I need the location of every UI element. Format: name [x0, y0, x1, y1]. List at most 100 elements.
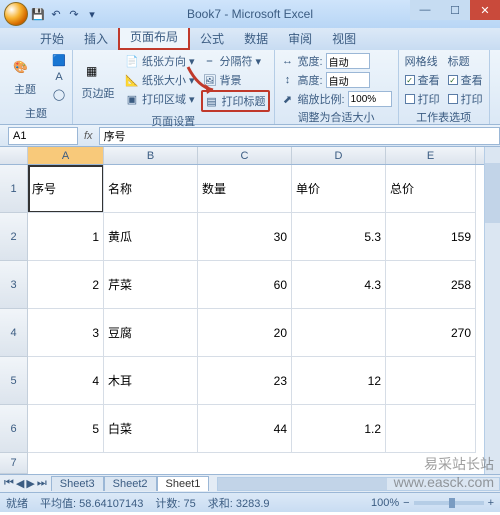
cell[interactable]: 总价 — [386, 165, 476, 213]
cell[interactable]: 60 — [198, 261, 292, 309]
row-header-5[interactable]: 5 — [0, 357, 28, 405]
cells-grid[interactable]: 序号名称数量单价总价 1黄瓜305.3159 2芹菜604.3258 3豆腐20 270… — [28, 165, 500, 474]
cell[interactable]: 44 — [198, 405, 292, 453]
headings-print-cb[interactable]: 打印 — [446, 90, 485, 108]
cell[interactable]: 23 — [198, 357, 292, 405]
background-button[interactable]: 🖼背景 — [201, 71, 270, 89]
title-bar: 💾 ↶ ↷ ▾ Book7 - Microsoft Excel — ☐ ✕ — [0, 0, 500, 28]
redo-icon[interactable]: ↷ — [66, 6, 82, 22]
fonts-button[interactable]: A — [50, 69, 68, 85]
scale-input[interactable] — [348, 91, 392, 107]
themes-button[interactable]: 🎨 主题 — [4, 52, 46, 104]
sheet-tab-Sheet1[interactable]: Sheet1 — [157, 476, 210, 491]
tab-prev-icon[interactable]: ◀ — [16, 477, 24, 490]
office-button[interactable] — [4, 2, 28, 26]
undo-icon[interactable]: ↶ — [48, 6, 64, 22]
worksheet: ABCDE 1234567 序号名称数量单价总价1黄瓜305.31592芹菜60… — [0, 147, 500, 474]
row-header-4[interactable]: 4 — [0, 309, 28, 357]
hscroll-thumb[interactable] — [218, 478, 386, 490]
cell[interactable]: 4 — [28, 357, 104, 405]
close-button[interactable]: ✕ — [470, 0, 500, 20]
minimize-button[interactable]: — — [410, 0, 440, 20]
zoom-value[interactable]: 100% — [371, 497, 399, 509]
cell[interactable]: 1 — [28, 213, 104, 261]
tab-last-icon[interactable]: ⏭ — [37, 477, 47, 490]
cell[interactable] — [292, 309, 386, 357]
effects-button[interactable]: ◯ — [50, 86, 68, 102]
sheet-tab-Sheet2[interactable]: Sheet2 — [104, 476, 157, 491]
cell[interactable]: 白菜 — [104, 405, 198, 453]
maximize-button[interactable]: ☐ — [440, 0, 470, 20]
fx-icon[interactable]: fx — [84, 130, 93, 142]
size-button[interactable]: 📐纸张大小 ▾ — [123, 71, 197, 89]
cell[interactable]: 2 — [28, 261, 104, 309]
name-box[interactable]: A1 — [8, 127, 78, 145]
tab-next-icon[interactable]: ▶ — [26, 477, 34, 490]
horizontal-scrollbar[interactable] — [217, 477, 500, 491]
cell[interactable]: 1.2 — [292, 405, 386, 453]
zoom-out-icon[interactable]: − — [403, 497, 409, 509]
orientation-icon: 📄 — [125, 54, 139, 68]
group-label-scale: 调整为合适大小 — [279, 108, 394, 126]
cell[interactable]: 5 — [28, 405, 104, 453]
cell[interactable]: 258 — [386, 261, 476, 309]
headings-view-cb[interactable]: ✓查看 — [446, 71, 485, 89]
arrange-button[interactable]: ⬚ 排列 — [494, 52, 500, 120]
col-header-A[interactable]: A — [28, 147, 104, 164]
cell[interactable]: 芹菜 — [104, 261, 198, 309]
breaks-button[interactable]: ⎯分隔符 ▾ — [201, 52, 270, 70]
zoom-slider[interactable] — [414, 501, 484, 505]
row-header-3[interactable]: 3 — [0, 261, 28, 309]
sheet-tab-Sheet3[interactable]: Sheet3 — [51, 476, 104, 491]
zoom-in-icon[interactable]: + — [488, 497, 494, 509]
column-headers: ABCDE — [0, 147, 500, 165]
gridlines-view-cb[interactable]: ✓查看 — [403, 71, 442, 89]
col-header-E[interactable]: E — [386, 147, 476, 164]
row-header-1[interactable]: 1 — [0, 165, 28, 213]
orientation-button[interactable]: 📄纸张方向 ▾ — [123, 52, 197, 70]
colors-button[interactable]: 🟦 — [50, 52, 68, 68]
cell[interactable]: 12 — [292, 357, 386, 405]
cell[interactable]: 4.3 — [292, 261, 386, 309]
col-header-C[interactable]: C — [198, 147, 292, 164]
select-all-corner[interactable] — [0, 147, 28, 164]
gridlines-print-cb[interactable]: 打印 — [403, 90, 442, 108]
ribbon-tab-5[interactable]: 审阅 — [278, 27, 322, 50]
col-header-B[interactable]: B — [104, 147, 198, 164]
ribbon-tab-3[interactable]: 公式 — [190, 27, 234, 50]
cell[interactable]: 黄瓜 — [104, 213, 198, 261]
print-area-button[interactable]: ▣打印区域 ▾ — [123, 90, 197, 108]
col-header-D[interactable]: D — [292, 147, 386, 164]
cell[interactable]: 20 — [198, 309, 292, 357]
cell[interactable]: 名称 — [104, 165, 198, 213]
cell[interactable]: 159 — [386, 213, 476, 261]
cell[interactable] — [386, 357, 476, 405]
tab-first-icon[interactable]: ⏮ — [4, 477, 14, 490]
row-header-2[interactable]: 2 — [0, 213, 28, 261]
qat-dropdown-icon[interactable]: ▾ — [84, 6, 100, 22]
cell[interactable] — [386, 405, 476, 453]
row-header-7[interactable]: 7 — [0, 453, 28, 474]
ribbon-tab-4[interactable]: 数据 — [234, 27, 278, 50]
cell[interactable]: 5.3 — [292, 213, 386, 261]
cell[interactable]: 3 — [28, 309, 104, 357]
height-input[interactable] — [326, 72, 370, 88]
ribbon-tab-0[interactable]: 开始 — [30, 27, 74, 50]
ribbon-tab-6[interactable]: 视图 — [322, 27, 366, 50]
vscroll-thumb[interactable] — [485, 163, 500, 223]
cell[interactable]: 30 — [198, 213, 292, 261]
cell[interactable]: 豆腐 — [104, 309, 198, 357]
ribbon-tab-1[interactable]: 插入 — [74, 27, 118, 50]
cell[interactable]: 单价 — [292, 165, 386, 213]
vertical-scrollbar[interactable] — [484, 147, 500, 474]
cell[interactable]: 序号 — [28, 165, 104, 213]
cell[interactable]: 木耳 — [104, 357, 198, 405]
cell[interactable]: 270 — [386, 309, 476, 357]
print-titles-button[interactable]: ▤打印标题 — [201, 90, 270, 112]
save-icon[interactable]: 💾 — [30, 6, 46, 22]
cell[interactable]: 数量 — [198, 165, 292, 213]
row-header-6[interactable]: 6 — [0, 405, 28, 453]
margins-button[interactable]: ▦ 页边距 — [77, 52, 119, 112]
status-ready: 就绪 — [6, 495, 28, 511]
width-input[interactable] — [326, 53, 370, 69]
